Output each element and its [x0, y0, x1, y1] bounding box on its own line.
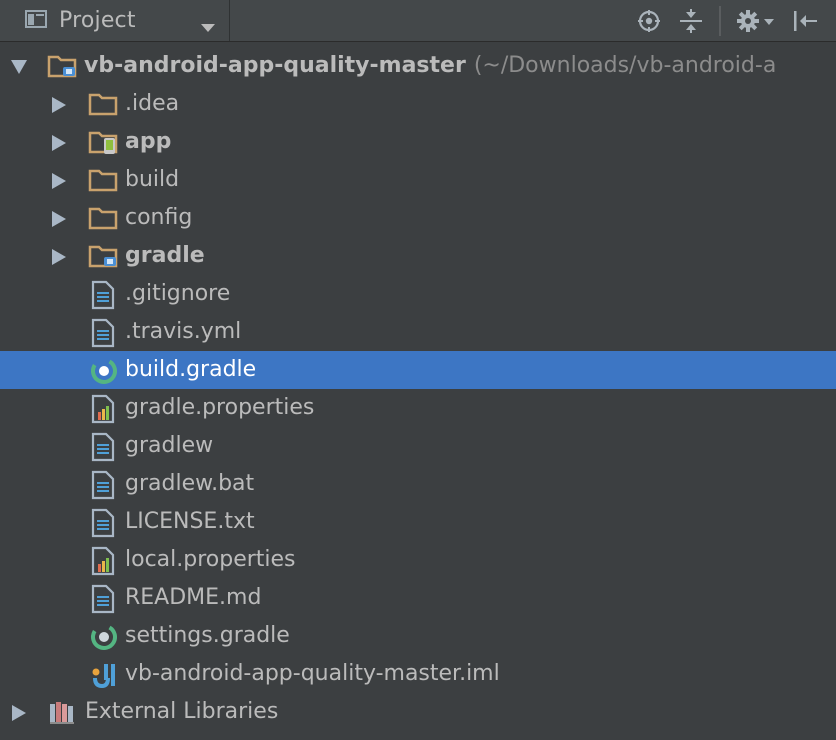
collapse-all-icon[interactable]: [678, 8, 704, 34]
tree-item-app[interactable]: app: [0, 123, 836, 161]
tree-root-path: (~/Downloads/vb-android-a: [473, 53, 777, 78]
tree-item-gradle[interactable]: gradle: [0, 237, 836, 275]
tree-item-travis-yml[interactable]: .travis.yml: [0, 313, 836, 351]
text-file-icon: [90, 280, 120, 310]
expand-arrow-icon[interactable]: [52, 97, 66, 113]
tree-item-idea[interactable]: .idea: [0, 85, 836, 123]
folder-icon: [88, 166, 118, 194]
module-folder-icon: [47, 52, 77, 80]
tree-item-label: .travis.yml: [125, 319, 242, 344]
expand-arrow-icon[interactable]: [12, 705, 26, 721]
tree-item-label: README.md: [125, 585, 262, 610]
expand-arrow-icon[interactable]: [52, 135, 66, 151]
special-folder-icon: [88, 242, 118, 270]
tree-item-label: settings.gradle: [125, 623, 290, 648]
tree-item-label: vb-android-app-quality-master.iml: [125, 661, 500, 686]
hide-panel-icon[interactable]: [792, 8, 818, 34]
project-tool-window: Project vb-android-app-quality-master (~…: [0, 0, 836, 740]
tree-item-label: gradle.properties: [125, 395, 315, 420]
tree-item-gradlew-bat[interactable]: gradlew.bat: [0, 465, 836, 503]
iml-file-icon: [90, 660, 120, 689]
tree-item-label: app: [125, 129, 172, 154]
tree-item-gradle-properties[interactable]: gradle.properties: [0, 389, 836, 427]
libraries-icon: [48, 698, 78, 726]
view-selector[interactable]: Project: [0, 0, 230, 41]
expand-arrow-icon[interactable]: [52, 211, 66, 227]
tree-root[interactable]: vb-android-app-quality-master (~/Download…: [0, 47, 836, 85]
tree-item-label: .gitignore: [125, 281, 231, 306]
project-toolbar: Project: [0, 0, 836, 42]
tree-item-label: .idea: [125, 91, 180, 116]
tree-item-label: build.gradle: [125, 357, 257, 382]
tree-item-local-properties[interactable]: local.properties: [0, 541, 836, 579]
tree-root-label: vb-android-app-quality-master: [84, 53, 466, 78]
tree-item-build-gradle[interactable]: build.gradle: [0, 351, 836, 389]
tree-item-label: config: [125, 205, 193, 230]
android-module-icon: [88, 128, 118, 156]
tree-item-label: External Libraries: [85, 699, 279, 724]
tree-item-label: local.properties: [125, 547, 296, 572]
dropdown-arrow-icon[interactable]: [201, 17, 215, 36]
expand-arrow-icon[interactable]: [11, 60, 27, 74]
tree-item-gradlew[interactable]: gradlew: [0, 427, 836, 465]
text-file-icon: [90, 508, 120, 538]
tree-item-config[interactable]: config: [0, 199, 836, 237]
properties-file-icon: [90, 546, 120, 576]
tree-item-build[interactable]: build: [0, 161, 836, 199]
tree-item-license-txt[interactable]: LICENSE.txt: [0, 503, 836, 541]
expand-arrow-icon[interactable]: [52, 173, 66, 189]
folder-icon: [88, 90, 118, 118]
project-view-icon: [25, 9, 47, 33]
view-selector-label: Project: [59, 8, 136, 33]
locate-icon[interactable]: [636, 8, 662, 34]
folder-icon: [88, 204, 118, 232]
tree-item-label: LICENSE.txt: [125, 509, 255, 534]
text-file-icon: [90, 318, 120, 348]
settings-gear-icon[interactable]: [736, 8, 776, 34]
properties-file-icon: [90, 394, 120, 424]
text-file-icon: [90, 584, 120, 614]
text-file-icon: [90, 432, 120, 462]
project-tree: vb-android-app-quality-master (~/Download…: [0, 47, 836, 731]
tree-item-gitignore[interactable]: .gitignore: [0, 275, 836, 313]
tree-item-label: gradlew: [125, 433, 214, 458]
tree-item-readme-md[interactable]: README.md: [0, 579, 836, 617]
tree-item-settings-gradle[interactable]: settings.gradle: [0, 617, 836, 655]
tree-item-label: build: [125, 167, 180, 192]
toolbar-separator: [719, 6, 721, 36]
tree-item-label: gradlew.bat: [125, 471, 255, 496]
text-file-icon: [90, 470, 120, 500]
expand-arrow-icon[interactable]: [52, 249, 66, 265]
tree-item-label: gradle: [125, 243, 205, 268]
tree-item-external-libraries[interactable]: External Libraries: [0, 693, 836, 731]
gradle-file-icon: [89, 622, 119, 650]
tree-item-iml[interactable]: vb-android-app-quality-master.iml: [0, 655, 836, 693]
gradle-file-icon: [89, 356, 119, 384]
